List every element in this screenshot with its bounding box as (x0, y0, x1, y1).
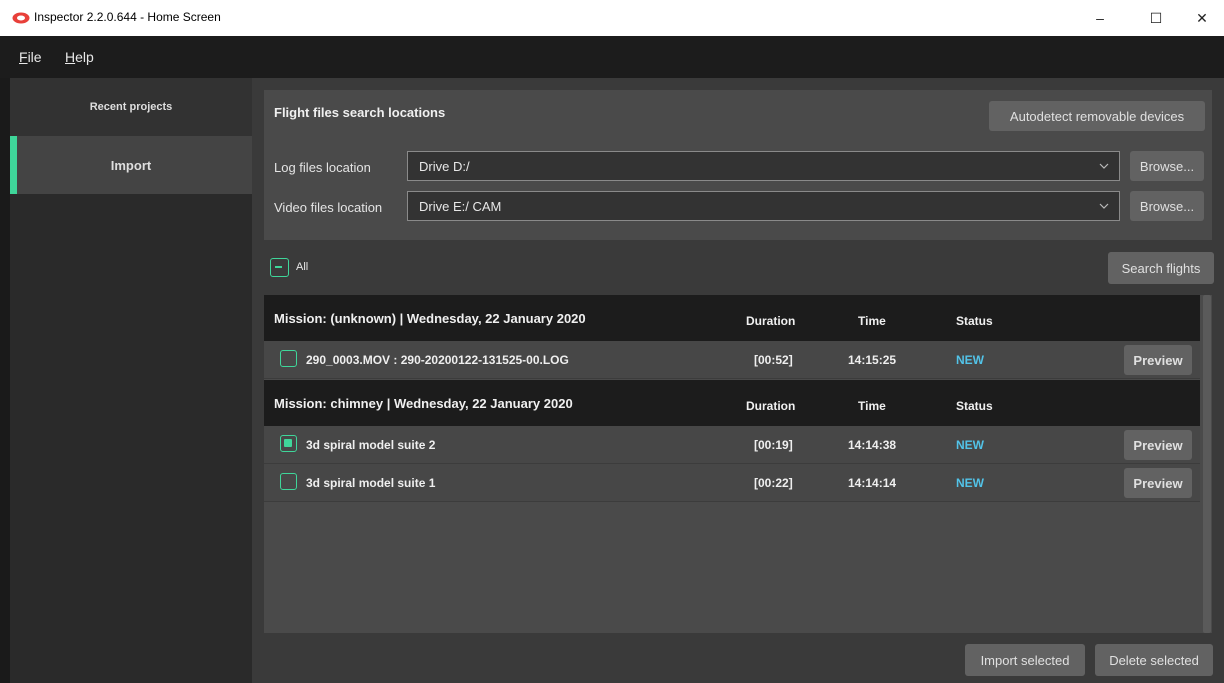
menu-help-label: elp (75, 49, 94, 65)
chevron-down-icon (1099, 163, 1109, 169)
menu-file[interactable]: File (19, 49, 42, 65)
video-browse-button[interactable]: Browse... (1130, 191, 1204, 221)
list-scrollbar[interactable] (1202, 295, 1212, 633)
log-files-value: Drive D:/ (419, 159, 470, 174)
select-all-label: All (296, 261, 309, 273)
close-button[interactable]: ✕ (1180, 0, 1224, 36)
flight-name: 3d spiral model suite 2 (306, 438, 436, 452)
col-status: Status (956, 314, 993, 328)
col-time: Time (858, 399, 886, 413)
flight-row[interactable]: 3d spiral model suite 2 [00:19] 14:14:38… (264, 426, 1200, 464)
flight-list: Mission: (unknown) | Wednesday, 22 Janua… (264, 295, 1212, 633)
preview-button[interactable]: Preview (1124, 430, 1192, 460)
flight-name: 290_0003.MOV : 290-20200122-131525-00.LO… (306, 353, 569, 367)
scrollbar-thumb[interactable] (1203, 295, 1211, 633)
window-edge (0, 78, 10, 683)
maximize-button[interactable]: ☐ (1134, 0, 1178, 36)
col-duration: Duration (746, 314, 796, 328)
menu-help-accelerator: H (65, 49, 76, 65)
video-files-value: Drive E:/ CAM (419, 199, 502, 214)
menu-file-accelerator: F (19, 49, 28, 65)
search-flights-button[interactable]: Search flights (1108, 252, 1214, 284)
row-checkbox[interactable] (280, 473, 297, 490)
flight-row[interactable]: 290_0003.MOV : 290-20200122-131525-00.LO… (264, 341, 1200, 379)
flight-time: 14:14:38 (848, 438, 897, 452)
panel-title: Flight files search locations (274, 105, 446, 120)
search-locations-panel: Flight files search locations Autodetect… (264, 90, 1212, 240)
flight-duration: [00:22] (754, 476, 793, 490)
chevron-down-icon (1099, 203, 1109, 209)
minimize-button[interactable]: – (1078, 0, 1122, 36)
flight-row[interactable]: 3d spiral model suite 1 [00:22] 14:14:14… (264, 464, 1200, 502)
select-all-checkbox[interactable] (270, 258, 289, 277)
status-badge: NEW (956, 476, 984, 490)
title-bar: Inspector 2.2.0.644 - Home Screen – ☐ ✕ (0, 0, 1224, 36)
sidebar: Recent projects Import (10, 78, 252, 683)
log-browse-button[interactable]: Browse... (1130, 151, 1204, 181)
status-badge: NEW (956, 438, 984, 452)
active-indicator (10, 136, 17, 194)
flight-duration: [00:52] (754, 353, 793, 367)
col-duration: Duration (746, 399, 796, 413)
group-title: Mission: chimney | Wednesday, 22 January… (274, 396, 573, 411)
menu-file-label: ile (27, 49, 42, 65)
autodetect-button[interactable]: Autodetect removable devices (989, 101, 1205, 131)
preview-button[interactable]: Preview (1124, 468, 1192, 498)
group-title: Mission: (unknown) | Wednesday, 22 Janua… (274, 311, 586, 326)
window-title: Inspector 2.2.0.644 - Home Screen (34, 10, 221, 24)
sidebar-item-import[interactable]: Import (10, 136, 252, 194)
row-checkbox[interactable] (280, 350, 297, 367)
menu-help[interactable]: Help (65, 49, 94, 65)
sidebar-item-label: Import (110, 157, 152, 173)
status-badge: NEW (956, 353, 984, 367)
preview-button[interactable]: Preview (1124, 345, 1192, 375)
main-content: Flight files search locations Autodetect… (252, 78, 1224, 683)
row-checkbox[interactable] (280, 435, 297, 452)
import-selected-button[interactable]: Import selected (965, 644, 1085, 676)
col-time: Time (858, 314, 886, 328)
log-files-label: Log files location (274, 160, 371, 175)
delete-selected-button[interactable]: Delete selected (1095, 644, 1213, 676)
group-header: Mission: chimney | Wednesday, 22 January… (264, 380, 1200, 426)
flight-duration: [00:19] (754, 438, 793, 452)
video-files-label: Video files location (274, 200, 383, 215)
flight-time: 14:15:25 (848, 353, 897, 367)
sidebar-item-label: Recent projects (89, 101, 173, 113)
sidebar-item-recent-projects[interactable]: Recent projects (10, 78, 252, 136)
col-status: Status (956, 399, 993, 413)
group-header: Mission: (unknown) | Wednesday, 22 Janua… (264, 295, 1200, 341)
menu-bar: File Help (0, 36, 1224, 78)
flight-name: 3d spiral model suite 1 (306, 476, 436, 490)
flight-time: 14:14:14 (848, 476, 897, 490)
app-logo-icon (12, 12, 30, 24)
log-files-dropdown[interactable]: Drive D:/ (407, 151, 1120, 181)
video-files-dropdown[interactable]: Drive E:/ CAM (407, 191, 1120, 221)
